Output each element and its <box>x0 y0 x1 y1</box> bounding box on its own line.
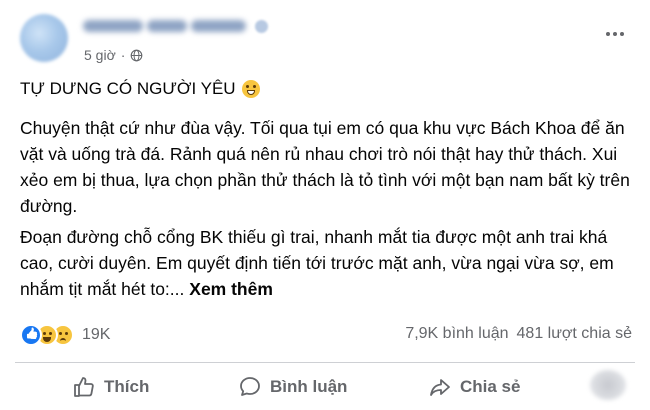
see-more-link[interactable]: Xem thêm <box>189 279 273 299</box>
thumbs-up-icon <box>74 377 94 397</box>
author-avatar[interactable] <box>20 14 68 62</box>
like-button[interactable]: Thích <box>72 375 149 399</box>
comment-icon <box>240 377 260 396</box>
share-count[interactable]: 481 lượt chia sẻ <box>517 325 632 343</box>
post-time[interactable]: 5 giờ <box>84 47 116 63</box>
post-meta: 5 giờ · <box>84 47 143 63</box>
post-title-text: TỰ DƯNG CÓ NGƯỜI YÊU <box>20 79 236 98</box>
more-options-icon[interactable] <box>606 29 630 39</box>
post-paragraph-2-text: Đoạn đường chỗ cổng BK thiếu gì trai, nh… <box>20 227 614 299</box>
post-stats: 7,9K bình luận 481 lượt chia sẻ <box>405 325 632 343</box>
post-title: TỰ DƯNG CÓ NGƯỜI YÊU <box>20 79 260 99</box>
like-reaction-icon <box>20 324 42 346</box>
like-button-label: Thích <box>104 377 150 396</box>
blushing-face-icon <box>241 80 260 98</box>
globe-icon[interactable] <box>130 49 143 62</box>
reaction-summary[interactable]: 19K <box>20 324 110 346</box>
meta-separator: · <box>120 47 126 63</box>
comment-button[interactable]: Bình luận <box>238 375 347 399</box>
share-arrow-icon <box>430 379 450 396</box>
author-name-blurred[interactable] <box>83 17 253 37</box>
share-button[interactable]: Chia sẻ <box>428 375 520 399</box>
post-paragraph-2: Đoạn đường chỗ cổng BK thiếu gì trai, nh… <box>20 224 635 302</box>
audience-avatar-blurred[interactable] <box>590 370 626 400</box>
share-button-label: Chia sẻ <box>460 377 521 396</box>
post-card: 5 giờ · TỰ DƯNG CÓ NGƯỜI YÊU Chuyện thật… <box>0 0 650 410</box>
verified-badge-icon <box>255 20 268 33</box>
divider <box>15 362 635 363</box>
comment-count[interactable]: 7,9K bình luận <box>405 325 508 343</box>
reaction-count[interactable]: 19K <box>82 326 110 344</box>
post-paragraph-1: Chuyện thật cứ như đùa vậy. Tối qua tụi … <box>20 118 630 216</box>
comment-button-label: Bình luận <box>270 377 348 396</box>
